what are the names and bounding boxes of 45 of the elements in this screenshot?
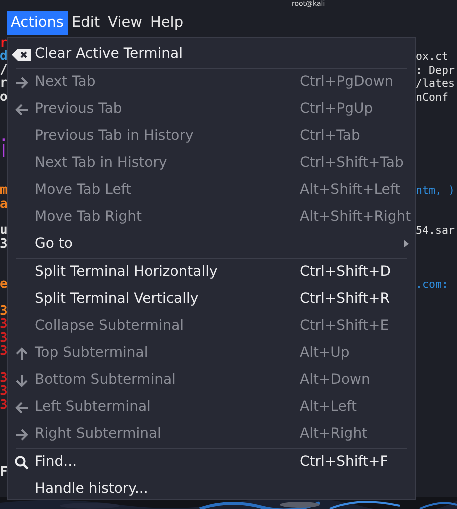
terminal-text: o <box>0 90 8 104</box>
terminal-text: a <box>0 198 8 212</box>
terminal-text: 3 <box>0 332 8 345</box>
terminal-text: /lates <box>416 77 456 91</box>
terminal-text: r <box>0 37 8 50</box>
terminal-text: 54.sar <box>416 224 456 238</box>
clear-icon <box>12 48 32 62</box>
terminal-text: : Depr <box>416 64 456 78</box>
right-arrow-icon <box>14 76 28 88</box>
menu-item[interactable]: Handle history... <box>8 476 415 503</box>
terminal-text: 3 <box>0 318 8 332</box>
search-icon <box>14 456 28 470</box>
menu-item[interactable]: Split Terminal Vertically Ctrl+Shift+R <box>8 286 415 313</box>
terminal-text: | <box>0 144 8 158</box>
terminal-text: r <box>0 77 8 91</box>
terminal-text: u <box>0 224 8 238</box>
terminal-text: nConf <box>416 90 450 104</box>
menu-item[interactable]: Go to <box>8 231 415 258</box>
down-arrow-icon <box>16 374 28 388</box>
terminal-text: e <box>0 278 8 292</box>
menu-bar-item[interactable]: Edit <box>68 11 104 35</box>
left-arrow-icon <box>14 104 28 116</box>
terminal-text: 3 <box>0 398 8 412</box>
terminal-text: / <box>0 64 8 78</box>
terminal-text: .com: <box>416 278 450 292</box>
terminal-text: ox.ct <box>416 50 450 64</box>
terminal-text: 3 <box>0 238 8 252</box>
terminal-text: 3 <box>0 385 8 399</box>
menu-bar-item[interactable]: Help <box>146 11 188 35</box>
terminal-text: ntm, ) <box>416 184 456 198</box>
menu-bar-item[interactable]: Actions <box>7 11 68 35</box>
left-arrow-icon <box>14 402 28 414</box>
terminal-text: F <box>0 466 8 479</box>
terminal-text: . <box>0 130 8 144</box>
menu-item[interactable]: Find... Ctrl+Shift+F <box>8 449 415 476</box>
right-arrow-icon <box>14 428 28 440</box>
submenu-arrow-icon <box>404 240 409 248</box>
terminal-text: d <box>0 50 8 64</box>
menu-bar-item[interactable]: View <box>104 11 146 35</box>
terminal-text: 3 <box>0 344 8 358</box>
menu-item[interactable]: Split Terminal Horizontally Ctrl+Shift+D <box>8 259 415 286</box>
up-arrow-icon <box>16 346 28 360</box>
menu-item[interactable]: Clear Active Terminal <box>8 41 415 68</box>
terminal-text: 3 <box>0 304 8 318</box>
terminal-text: 3 <box>0 372 8 386</box>
